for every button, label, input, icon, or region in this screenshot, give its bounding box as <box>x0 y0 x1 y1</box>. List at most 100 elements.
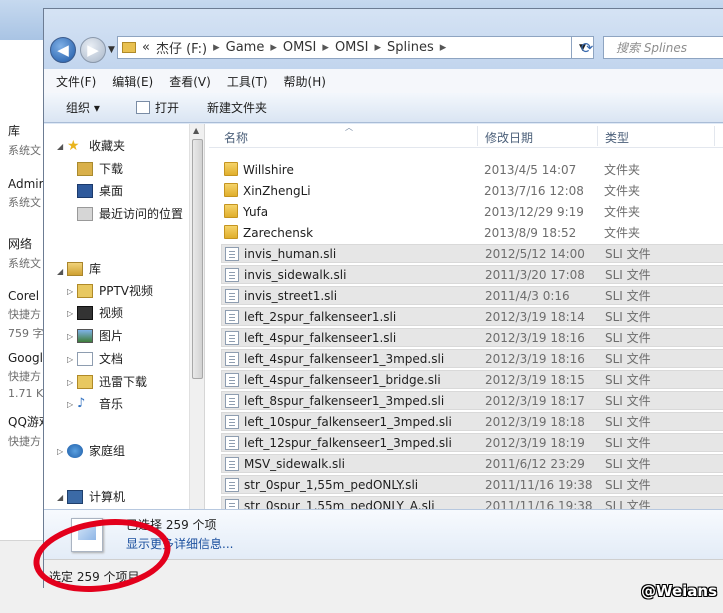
bg-item-network[interactable]: 网络 系统文 <box>8 235 41 271</box>
bg-item-admin[interactable]: Admir 系统文 <box>8 177 44 210</box>
file-type: SLI 文件 <box>605 310 651 324</box>
expand-triangle-icon[interactable]: ▷ <box>67 287 73 296</box>
file-date: 2011/11/16 19:38 <box>485 498 593 510</box>
breadcrumb-omsi[interactable]: OMSI <box>283 40 317 55</box>
star-icon: ★ <box>67 137 80 154</box>
recent-places-icon <box>77 206 93 221</box>
column-type[interactable]: 类型 <box>605 129 629 146</box>
file-type: 文件夹 <box>604 226 641 240</box>
breadcrumb-separator-icon[interactable]: ▸ <box>270 40 277 55</box>
menu-help[interactable]: 帮助(H) <box>284 73 326 90</box>
nav-scroll-thumb[interactable] <box>192 139 203 379</box>
folder-row[interactable]: XinZhengLi 2013/7/16 12:08 文件夹 <box>221 181 723 200</box>
forward-button[interactable]: ▶ <box>80 37 106 63</box>
file-row[interactable]: left_4spur_falkenseer1_3mped.sli 2012/3/1… <box>221 349 723 368</box>
breadcrumb-separator-icon[interactable]: ▸ <box>374 40 381 55</box>
documents-icon <box>77 351 93 366</box>
bg-item-corel[interactable]: Corel 快捷方 759 字 <box>8 289 44 341</box>
file-row[interactable]: str_0spur_1,55m_pedONLY.sli 2011/11/16 19… <box>221 475 723 494</box>
search-input[interactable]: 搜索 Splines <box>603 36 723 59</box>
menu-bar: 文件(F) 编辑(E) 查看(V) 工具(T) 帮助(H) <box>44 69 723 93</box>
file-name: left_2spur_falkenseer1.sli <box>244 309 397 324</box>
nav-favorites[interactable]: ★ 收藏夹 <box>67 137 125 154</box>
file-row[interactable]: invis_sidewalk.sli 2011/3/20 17:08 SLI 文件 <box>221 265 723 284</box>
expand-triangle-icon[interactable]: ▷ <box>67 355 73 364</box>
menu-view[interactable]: 查看(V) <box>169 73 211 90</box>
file-date: 2012/3/19 18:16 <box>485 330 585 345</box>
organize-button[interactable]: 组织 ▾ <box>66 99 100 116</box>
breadcrumb-omsi-sub[interactable]: OMSI <box>335 40 369 55</box>
file-row[interactable]: left_10spur_falkenseer1_3mped.sli 2012/3/… <box>221 412 723 431</box>
column-divider[interactable] <box>477 126 478 146</box>
scroll-up-icon[interactable]: ▲ <box>193 126 199 135</box>
nav-scrollbar[interactable]: ▲ <box>189 124 204 509</box>
music-icon: ♪ <box>77 395 86 411</box>
folder-row[interactable]: Zarechensk 2013/8/9 18:52 文件夹 <box>221 223 723 242</box>
nav-libraries[interactable]: 库 <box>67 260 101 277</box>
back-button[interactable]: ◀ <box>50 37 76 63</box>
file-row[interactable]: str_0spur_1,55m_pedONLY_A.sli 2011/11/16 … <box>221 496 723 509</box>
nav-thunder[interactable]: 迅雷下载 <box>77 373 147 390</box>
nav-music[interactable]: ♪ 音乐 <box>77 395 123 412</box>
nav-videos[interactable]: 视频 <box>77 304 123 321</box>
watermark: @Weians <box>640 582 717 600</box>
breadcrumb-separator-icon[interactable]: ▸ <box>213 40 220 55</box>
menu-file[interactable]: 文件(F) <box>56 73 96 90</box>
file-row[interactable]: invis_human.sli 2012/5/12 14:00 SLI 文件 <box>221 244 723 263</box>
collapse-triangle-icon[interactable]: ◢ <box>57 267 63 276</box>
bg-item-google[interactable]: Googl 快捷方 1.71 K <box>8 351 43 400</box>
nav-documents[interactable]: 文档 <box>77 350 123 367</box>
open-button[interactable]: 打开 <box>136 99 179 116</box>
history-dropdown-icon[interactable]: ▼ <box>108 45 115 55</box>
breadcrumb-overflow[interactable]: « <box>142 40 150 55</box>
expand-triangle-icon[interactable]: ▷ <box>67 332 73 341</box>
expand-triangle-icon[interactable]: ▷ <box>57 447 63 456</box>
breadcrumb-game[interactable]: Game <box>226 40 265 55</box>
expand-triangle-icon[interactable]: ▷ <box>67 400 73 409</box>
expand-triangle-icon[interactable]: ▷ <box>67 378 73 387</box>
file-row[interactable]: left_4spur_falkenseer1.sli 2012/3/19 18:1… <box>221 328 723 347</box>
nav-pptv[interactable]: PPTV视频 <box>77 282 153 299</box>
nav-desktop[interactable]: 桌面 <box>77 182 123 199</box>
nav-recent[interactable]: 最近访问的位置 <box>77 205 183 222</box>
nav-homegroup[interactable]: 家庭组 <box>67 442 125 459</box>
breadcrumb-splines[interactable]: Splines <box>387 40 434 55</box>
column-divider[interactable] <box>714 126 715 146</box>
folder-icon <box>224 225 238 239</box>
sli-file-icon <box>225 457 239 471</box>
collapse-triangle-icon[interactable]: ◢ <box>57 493 63 502</box>
file-row[interactable]: left_8spur_falkenseer1_3mped.sli 2012/3/1… <box>221 391 723 410</box>
menu-edit[interactable]: 编辑(E) <box>112 73 153 90</box>
file-row[interactable]: left_2spur_falkenseer1.sli 2012/3/19 18:1… <box>221 307 723 326</box>
file-row[interactable]: invis_street1.sli 2011/4/3 0:16 SLI 文件 <box>221 286 723 305</box>
pptv-folder-icon <box>77 283 93 298</box>
breadcrumb-separator-icon[interactable]: ▸ <box>440 40 447 55</box>
folder-row[interactable]: Willshire 2013/4/5 14:07 文件夹 <box>221 160 723 179</box>
breadcrumb-drive[interactable]: 杰仔 (F:) <box>156 38 207 57</box>
bg-item-library[interactable]: 库系统文 <box>8 122 41 158</box>
address-bar[interactable]: « 杰仔 (F:) ▸ Game ▸ OMSI ▸ OMSI ▸ Splines ▸ <box>117 36 572 59</box>
refresh-icon[interactable]: ⟳ <box>575 36 599 59</box>
nav-pictures[interactable]: 图片 <box>77 327 123 344</box>
thunder-folder-icon <box>77 374 93 389</box>
new-folder-button[interactable]: 新建文件夹 <box>207 99 267 116</box>
file-date: 2011/6/12 23:29 <box>485 456 585 471</box>
folder-row[interactable]: Yufa 2013/12/29 9:19 文件夹 <box>221 202 723 221</box>
menu-tools[interactable]: 工具(T) <box>227 73 268 90</box>
breadcrumb-separator-icon[interactable]: ▸ <box>322 40 329 55</box>
file-row[interactable]: MSV_sidewalk.sli 2011/6/12 23:29 SLI 文件 <box>221 454 723 473</box>
nav-computer[interactable]: 计算机 <box>67 488 125 505</box>
sli-file-icon <box>225 415 239 429</box>
file-type: SLI 文件 <box>605 415 651 429</box>
column-name[interactable]: 名称 <box>224 129 248 146</box>
file-row[interactable]: left_4spur_falkenseer1_bridge.sli 2012/3/… <box>221 370 723 389</box>
file-date: 2013/8/9 18:52 <box>484 225 577 240</box>
column-divider[interactable] <box>597 126 598 146</box>
file-date: 2013/4/5 14:07 <box>484 162 577 177</box>
file-row[interactable]: left_12spur_falkenseer1_3mped.sli 2012/3/… <box>221 433 723 452</box>
column-date[interactable]: 修改日期 <box>485 129 533 146</box>
nav-downloads[interactable]: 下载 <box>77 160 123 177</box>
file-name: Willshire <box>243 162 294 177</box>
expand-triangle-icon[interactable]: ▷ <box>67 309 73 318</box>
collapse-triangle-icon[interactable]: ◢ <box>57 142 63 151</box>
